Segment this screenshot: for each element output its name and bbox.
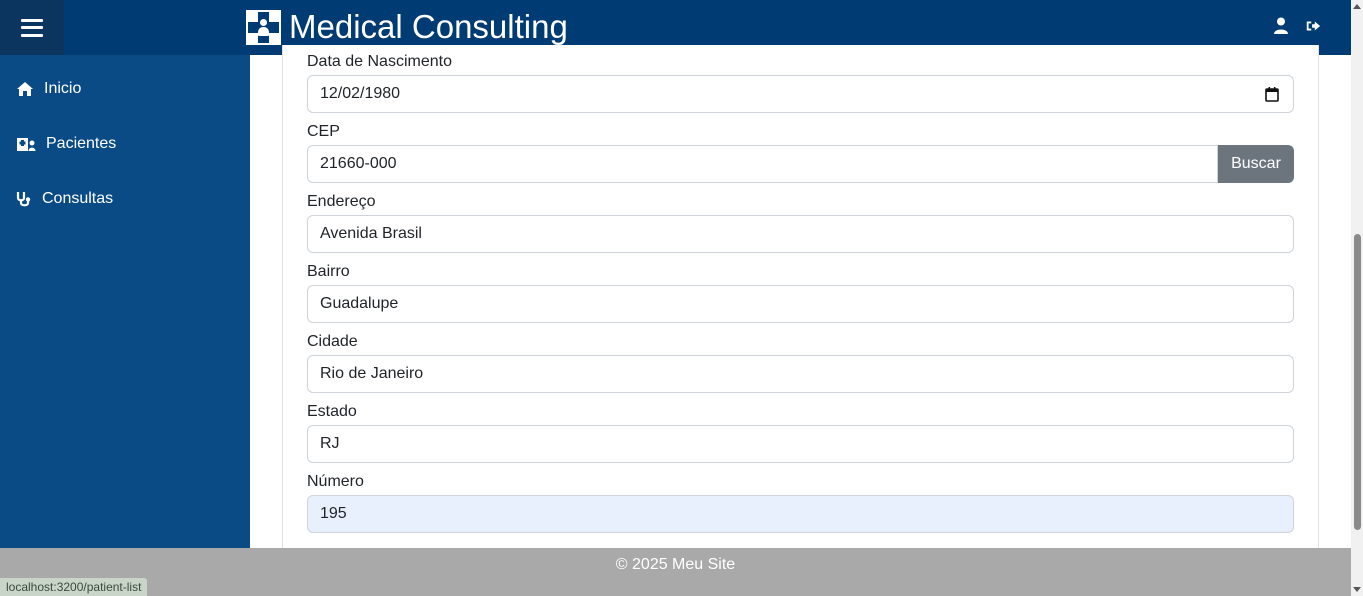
birth-date-input[interactable]: 12/02/1980 [307, 75, 1294, 113]
sidebar-item-label: Pacientes [46, 135, 117, 152]
address-input[interactable]: Avenida Brasil [307, 215, 1294, 253]
buscar-button[interactable]: Buscar [1218, 145, 1294, 183]
calendar-icon[interactable] [1265, 87, 1279, 102]
address-label: Endereço [307, 193, 376, 210]
sidebar: Inicio Pacientes Consultas [0, 55, 250, 548]
sidebar-item-label: Consultas [42, 190, 114, 207]
hamburger-menu-icon [21, 18, 43, 37]
state-label: Estado [307, 403, 357, 420]
number-value: 195 [320, 505, 347, 522]
scroll-up-arrow-icon[interactable] [1353, 4, 1361, 9]
sign-out-icon[interactable] [1305, 17, 1321, 35]
main-content: Data de Nascimento 12/02/1980 CEP 21660-… [250, 45, 1351, 550]
scroll-thumb[interactable] [1354, 234, 1361, 530]
stethoscope-icon [16, 191, 31, 206]
city-input[interactable]: Rio de Janeiro [307, 355, 1294, 393]
home-icon [17, 82, 33, 96]
district-label: Bairro [307, 263, 350, 280]
address-value: Avenida Brasil [320, 225, 422, 242]
city-label: Cidade [307, 333, 358, 350]
scroll-down-arrow-icon[interactable] [1353, 587, 1361, 592]
sidebar-item-inicio[interactable]: Inicio [0, 67, 250, 111]
district-input[interactable]: Guadalupe [307, 285, 1294, 323]
header-actions [1273, 17, 1321, 35]
district-value: Guadalupe [320, 295, 399, 312]
birth-date-value: 12/02/1980 [320, 85, 401, 102]
state-value: RJ [320, 435, 340, 452]
number-label: Número [307, 473, 364, 490]
menu-toggle-button[interactable] [0, 0, 64, 55]
status-bar-url: localhost:3200/patient-list [0, 578, 148, 596]
app-title: Medical Consulting [289, 8, 568, 45]
sidebar-item-consultas[interactable]: Consultas [0, 177, 250, 221]
cep-input[interactable]: 21660-000 [307, 145, 1218, 183]
footer: © 2025 Meu Site [0, 548, 1351, 596]
sidebar-item-label: Inicio [44, 80, 82, 97]
number-input[interactable]: 195 [307, 495, 1294, 533]
medical-cross-doctor-icon [246, 9, 281, 45]
hospital-user-icon [17, 138, 36, 151]
brand[interactable]: Medical Consulting [246, 7, 568, 47]
cep-value: 21660-000 [320, 155, 397, 172]
city-value: Rio de Janeiro [320, 365, 424, 382]
page-scrollbar[interactable] [1351, 0, 1363, 596]
cep-label: CEP [307, 123, 340, 140]
user-icon[interactable] [1273, 17, 1289, 35]
state-input[interactable]: RJ [307, 425, 1294, 463]
footer-text: © 2025 Meu Site [615, 556, 736, 573]
birth-date-label: Data de Nascimento [307, 53, 452, 70]
sidebar-item-pacientes[interactable]: Pacientes [0, 122, 250, 166]
